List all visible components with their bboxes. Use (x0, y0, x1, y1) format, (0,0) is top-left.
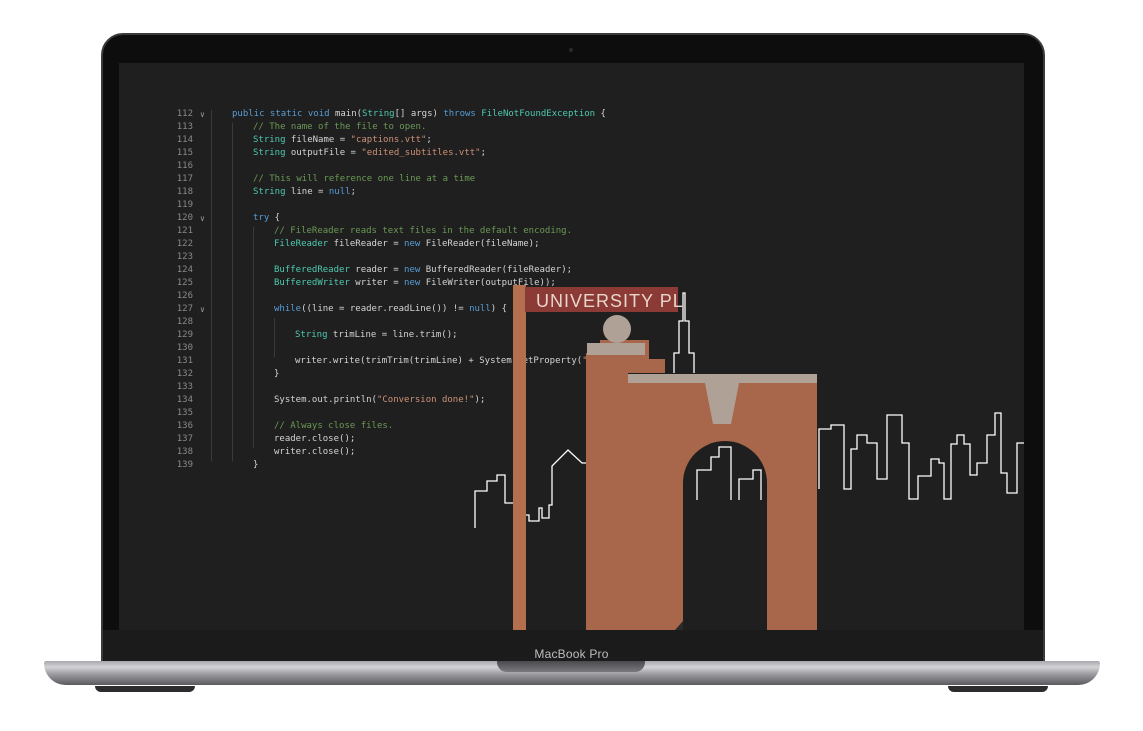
arch-finial (603, 315, 631, 343)
arch-ledge (628, 374, 817, 383)
opening-notch (497, 661, 645, 672)
arch-skyline (696, 446, 762, 500)
laptop-foot-left (95, 686, 195, 692)
arch-gate (586, 340, 817, 630)
camera-icon (569, 48, 573, 52)
laptop-screen: 112 ∨ public static void main(String[] arg… (119, 63, 1024, 630)
university-place-illustration: UNIVERSITY PL (474, 285, 1024, 630)
sign-pole (513, 285, 526, 630)
brand-label: MacBook Pro (534, 647, 609, 661)
arch-cap (587, 343, 645, 355)
street-sign-text: UNIVERSITY PL (536, 291, 684, 311)
laptop-foot-right (948, 686, 1048, 692)
